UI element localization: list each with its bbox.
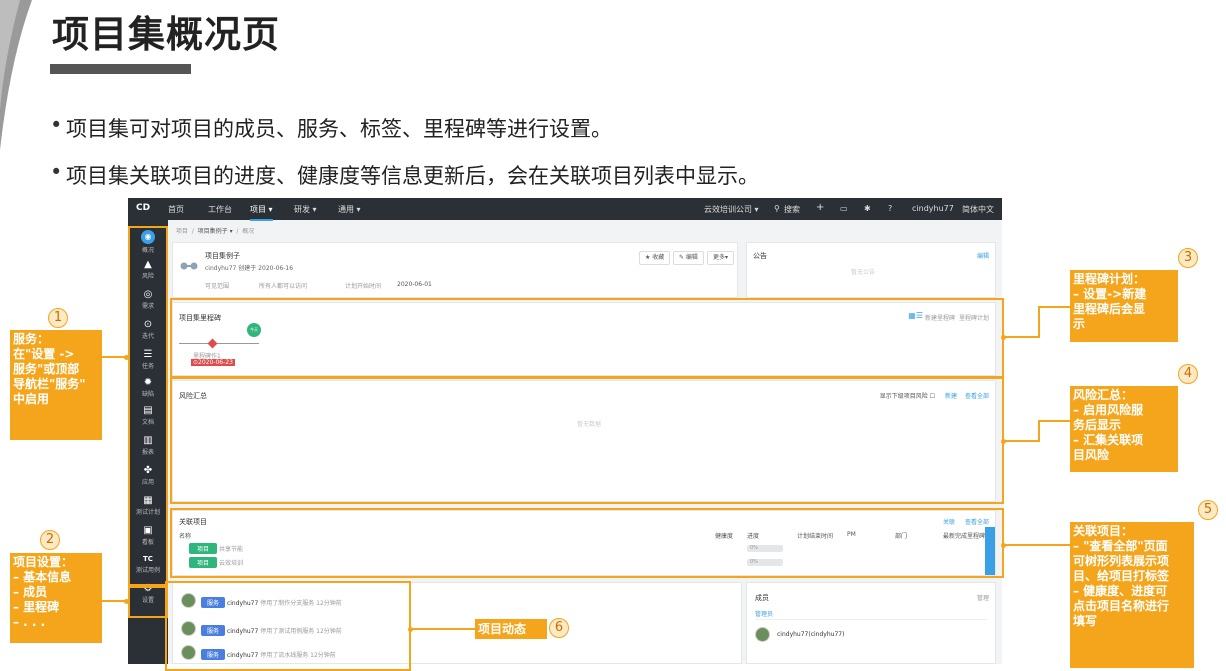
crumb-root[interactable]: 项目 — [176, 228, 188, 235]
members-title: 成员 — [755, 594, 769, 602]
callout-services: 服务： 在"设置 -> 服务"或顶部 导航栏"服务" 中启用 — [10, 330, 102, 440]
start-label: 计划开始时间 — [345, 283, 382, 290]
help-icon[interactable]: ? — [888, 204, 892, 213]
callout-2-number: 2 — [40, 530, 60, 550]
connector-dot — [124, 355, 129, 360]
connector-6 — [411, 628, 475, 630]
frame-sidenav — [128, 226, 168, 586]
connector-5 — [1004, 544, 1070, 546]
connector-3b — [1038, 306, 1040, 338]
members-group-label: 管理员 — [755, 611, 774, 618]
announcement-title: 公告 — [753, 252, 767, 260]
title-underline — [50, 64, 191, 74]
callout-risk-summary: 风险汇总： – 启用风险服 务后显示 – 汇集关联项 目风险 — [1070, 386, 1178, 472]
gear-icon[interactable]: ✱ — [864, 204, 871, 213]
callout-related-projects: 关联项目： – "查看全部"页面 可树形列表展示项 目、给项目打标签 – 健康度、… — [1070, 522, 1194, 668]
connector-4a — [1004, 440, 1040, 442]
connector-dot — [1001, 439, 1006, 444]
connector-4c — [1038, 420, 1070, 422]
connector-dot — [1001, 335, 1006, 340]
callout-5-number: 5 — [1198, 500, 1218, 520]
connector-3c — [1038, 306, 1070, 308]
frame-risk — [170, 377, 1004, 504]
announcement-card: 公告 编辑 暂无公告 — [746, 242, 996, 298]
program-creator: cindyhu77 创建于 2020-06-16 — [205, 265, 294, 272]
breadcrumb: 项目 / 项目集例子 ▾ / 概况 — [176, 228, 255, 235]
nav-project[interactable]: 项目 ▾ — [250, 204, 273, 221]
connector-dot — [408, 627, 413, 632]
crumb-program[interactable]: 项目集例子 ▾ — [198, 228, 233, 235]
connector-dot — [124, 599, 129, 604]
search-icon[interactable]: ⚲ — [774, 204, 780, 213]
crumb-current: 概况 — [242, 228, 255, 235]
program-name: 项目集例子 — [205, 252, 240, 260]
nav-dev[interactable]: 研发 ▾ — [294, 204, 317, 215]
slide-title: 项目集概况页 — [52, 13, 280, 56]
bullet-1: 项目集可对项目的成员、服务、标签、里程碑等进行设置。 — [50, 113, 612, 143]
visibility-label: 可见范围 — [205, 283, 230, 290]
connector-4b — [1038, 420, 1040, 442]
callout-milestone-plan: 里程碑计划： – 设置->新建 里程碑后会显 示 — [1070, 270, 1178, 342]
announcement-edit-link[interactable]: 编辑 — [977, 251, 989, 260]
callout-project-settings: 项目设置： – 基本信息 – 成员 – 里程碑 – . . . — [10, 553, 102, 643]
add-icon[interactable]: + — [816, 202, 824, 213]
callout-1-number: 1 — [48, 308, 68, 328]
callout-6-number: 6 — [549, 618, 569, 638]
overview-card: 项目集例子 cindyhu77 创建于 2020-06-16 可见范围 所有人都… — [172, 242, 738, 298]
connector-dot — [1001, 543, 1006, 548]
favorite-button[interactable]: ★ 收藏 — [639, 251, 671, 265]
message-icon[interactable]: ▭ — [840, 204, 848, 213]
callout-3-number: 3 — [1178, 248, 1198, 268]
frame-related — [170, 508, 1004, 578]
nav-workbench[interactable]: 工作台 — [208, 204, 232, 215]
members-manage-link[interactable]: 管理 — [977, 593, 989, 602]
company-dropdown[interactable]: 云效培训公司 ▾ — [704, 204, 759, 215]
frame-activity — [165, 581, 411, 671]
slide: 项目集概况页 项目集可对项目的成员、服务、标签、里程碑等进行设置。 项目集关联项… — [0, 0, 1226, 671]
avatar — [755, 627, 770, 642]
callout-project-activity: 项目动态 — [475, 619, 547, 639]
start-value: 2020-06-01 — [397, 281, 432, 288]
user-name[interactable]: cindyhu77 — [912, 204, 954, 213]
connector-3a — [1004, 336, 1040, 338]
edit-button[interactable]: ✎ 编辑 — [673, 251, 704, 265]
frame-milestone — [170, 298, 1004, 378]
divider — [755, 619, 987, 620]
visibility-value: 所有人都可以访问 — [259, 283, 308, 290]
language-switch[interactable]: 简体中文 — [962, 204, 994, 215]
bullet-2: 项目集关联项目的进度、健康度等信息更新后，会在关联项目列表中显示。 — [50, 160, 759, 190]
member-name[interactable]: cindyhu77(cindyhu77) — [777, 631, 844, 638]
frame-settings — [128, 586, 168, 618]
logo: CD — [136, 203, 151, 213]
members-card: 成员 管理 管理员 cindyhu77(cindyhu77) — [746, 582, 996, 664]
nav-general[interactable]: 通用 ▾ — [338, 204, 361, 215]
search-link[interactable]: 搜索 — [784, 204, 800, 215]
callout-4-number: 4 — [1178, 364, 1198, 384]
top-navbar: CD 首页 工作台 项目 ▾ 研发 ▾ 通用 ▾ 云效培训公司 ▾ ⚲ 搜索 +… — [128, 198, 1002, 221]
program-icon — [179, 255, 199, 270]
nav-home[interactable]: 首页 — [168, 204, 184, 215]
more-button[interactable]: 更多▾ — [707, 251, 735, 265]
announcement-empty: 暂无公告 — [851, 269, 876, 276]
